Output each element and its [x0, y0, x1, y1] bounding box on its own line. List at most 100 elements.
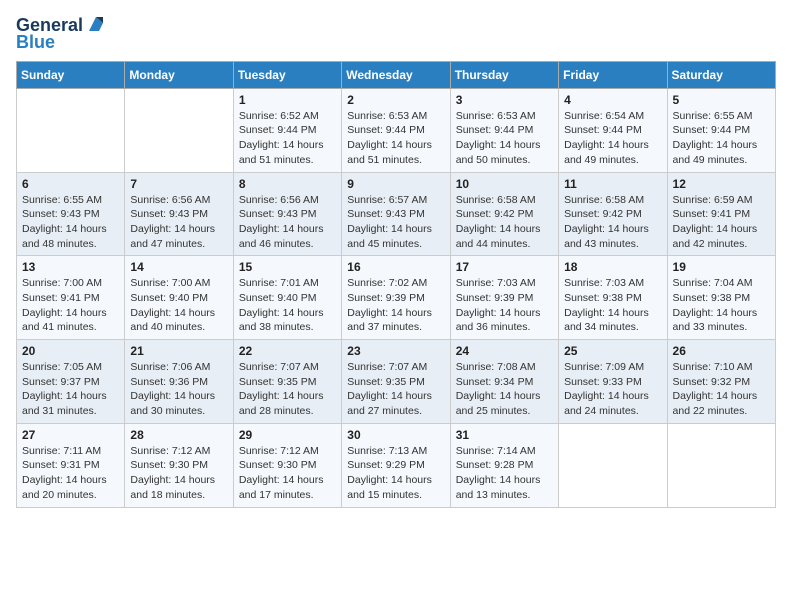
calendar-day-cell: 31Sunrise: 7:14 AMSunset: 9:28 PMDayligh… — [450, 423, 558, 507]
calendar-week-row: 1Sunrise: 6:52 AMSunset: 9:44 PMDaylight… — [17, 88, 776, 172]
day-info: Sunrise: 6:57 AMSunset: 9:43 PMDaylight:… — [347, 193, 444, 252]
calendar-day-cell: 19 Sunrise: 7:04 AMSunset: 9:38 PMDayligh… — [667, 256, 775, 340]
day-info: Sunrise: 7:07 AMSunset: 9:35 PMDaylight:… — [239, 360, 336, 419]
day-info: Sunrise: 7:11 AMSunset: 9:31 PMDaylight:… — [22, 444, 119, 503]
calendar-day-cell: 14 Sunrise: 7:00 AMSunset: 9:40 PMDayligh… — [125, 256, 233, 340]
day-info: Sunrise: 6:54 AMSunset: 9:44 PMDaylight:… — [564, 109, 661, 168]
calendar-day-cell: 1Sunrise: 6:52 AMSunset: 9:44 PMDaylight… — [233, 88, 341, 172]
calendar-day-cell: 27 Sunrise: 7:11 AMSunset: 9:31 PMDayligh… — [17, 423, 125, 507]
calendar-day-cell: 10Sunrise: 6:58 AMSunset: 9:42 PMDayligh… — [450, 172, 558, 256]
day-number: 28 — [130, 428, 227, 442]
day-info: Sunrise: 7:14 AMSunset: 9:28 PMDaylight:… — [456, 444, 553, 503]
day-info: Sunrise: 7:13 AMSunset: 9:29 PMDaylight:… — [347, 444, 444, 503]
day-number: 4 — [564, 93, 661, 107]
calendar-day-cell: 22 Sunrise: 7:07 AMSunset: 9:35 PMDayligh… — [233, 340, 341, 424]
day-info: Sunrise: 7:08 AMSunset: 9:34 PMDaylight:… — [456, 360, 553, 419]
day-info: Sunrise: 6:53 AMSunset: 9:44 PMDaylight:… — [347, 109, 444, 168]
day-number: 9 — [347, 177, 444, 191]
calendar-table: SundayMondayTuesdayWednesdayThursdayFrid… — [16, 61, 776, 508]
day-number: 19 — [673, 260, 770, 274]
day-number: 29 — [239, 428, 336, 442]
day-number: 15 — [239, 260, 336, 274]
day-info: Sunrise: 7:12 AMSunset: 9:30 PMDaylight:… — [239, 444, 336, 503]
day-info: Sunrise: 6:56 AMSunset: 9:43 PMDaylight:… — [239, 193, 336, 252]
calendar-day-cell: 29 Sunrise: 7:12 AMSunset: 9:30 PMDayligh… — [233, 423, 341, 507]
day-number: 27 — [22, 428, 119, 442]
calendar-day-cell: 15 Sunrise: 7:01 AMSunset: 9:40 PMDayligh… — [233, 256, 341, 340]
day-info: Sunrise: 7:01 AMSunset: 9:40 PMDaylight:… — [239, 276, 336, 335]
weekday-header: Wednesday — [342, 61, 450, 88]
day-number: 21 — [130, 344, 227, 358]
weekday-header: Friday — [559, 61, 667, 88]
calendar-day-cell: 9 Sunrise: 6:57 AMSunset: 9:43 PMDaylight… — [342, 172, 450, 256]
calendar-day-cell: 5 Sunrise: 6:55 AMSunset: 9:44 PMDaylight… — [667, 88, 775, 172]
day-number: 6 — [22, 177, 119, 191]
calendar-week-row: 13 Sunrise: 7:00 AMSunset: 9:41 PMDayligh… — [17, 256, 776, 340]
logo: General Blue — [16, 16, 107, 53]
day-info: Sunrise: 7:06 AMSunset: 9:36 PMDaylight:… — [130, 360, 227, 419]
weekday-header-row: SundayMondayTuesdayWednesdayThursdayFrid… — [17, 61, 776, 88]
calendar-day-cell: 11 Sunrise: 6:58 AMSunset: 9:42 PMDayligh… — [559, 172, 667, 256]
day-number: 5 — [673, 93, 770, 107]
calendar-day-cell: 20 Sunrise: 7:05 AMSunset: 9:37 PMDayligh… — [17, 340, 125, 424]
day-info: Sunrise: 7:09 AMSunset: 9:33 PMDaylight:… — [564, 360, 661, 419]
calendar-day-cell — [125, 88, 233, 172]
calendar-day-cell: 24 Sunrise: 7:08 AMSunset: 9:34 PMDayligh… — [450, 340, 558, 424]
day-number: 22 — [239, 344, 336, 358]
calendar-day-cell: 7 Sunrise: 6:56 AMSunset: 9:43 PMDaylight… — [125, 172, 233, 256]
day-number: 20 — [22, 344, 119, 358]
day-number: 30 — [347, 428, 444, 442]
calendar-day-cell: 26 Sunrise: 7:10 AMSunset: 9:32 PMDayligh… — [667, 340, 775, 424]
weekday-header: Tuesday — [233, 61, 341, 88]
calendar-week-row: 20 Sunrise: 7:05 AMSunset: 9:37 PMDayligh… — [17, 340, 776, 424]
calendar-day-cell: 28Sunrise: 7:12 AMSunset: 9:30 PMDayligh… — [125, 423, 233, 507]
calendar-day-cell: 12Sunrise: 6:59 AMSunset: 9:41 PMDayligh… — [667, 172, 775, 256]
day-number: 23 — [347, 344, 444, 358]
calendar-day-cell: 3 Sunrise: 6:53 AMSunset: 9:44 PMDaylight… — [450, 88, 558, 172]
day-number: 18 — [564, 260, 661, 274]
day-info: Sunrise: 7:03 AMSunset: 9:38 PMDaylight:… — [564, 276, 661, 335]
logo-bird-icon — [85, 13, 107, 35]
day-info: Sunrise: 6:53 AMSunset: 9:44 PMDaylight:… — [456, 109, 553, 168]
day-number: 7 — [130, 177, 227, 191]
day-number: 2 — [347, 93, 444, 107]
calendar-day-cell: 18 Sunrise: 7:03 AMSunset: 9:38 PMDayligh… — [559, 256, 667, 340]
calendar-day-cell: 8 Sunrise: 6:56 AMSunset: 9:43 PMDaylight… — [233, 172, 341, 256]
weekday-header: Monday — [125, 61, 233, 88]
day-number: 8 — [239, 177, 336, 191]
day-info: Sunrise: 6:55 AMSunset: 9:44 PMDaylight:… — [673, 109, 770, 168]
calendar-week-row: 27 Sunrise: 7:11 AMSunset: 9:31 PMDayligh… — [17, 423, 776, 507]
day-number: 26 — [673, 344, 770, 358]
day-info: Sunrise: 6:52 AMSunset: 9:44 PMDaylight:… — [239, 109, 336, 168]
calendar-day-cell: 6 Sunrise: 6:55 AMSunset: 9:43 PMDaylight… — [17, 172, 125, 256]
calendar-day-cell: 2 Sunrise: 6:53 AMSunset: 9:44 PMDaylight… — [342, 88, 450, 172]
day-info: Sunrise: 7:05 AMSunset: 9:37 PMDaylight:… — [22, 360, 119, 419]
day-number: 3 — [456, 93, 553, 107]
day-number: 14 — [130, 260, 227, 274]
day-info: Sunrise: 6:58 AMSunset: 9:42 PMDaylight:… — [564, 193, 661, 252]
day-number: 13 — [22, 260, 119, 274]
day-number: 16 — [347, 260, 444, 274]
calendar-day-cell: 30 Sunrise: 7:13 AMSunset: 9:29 PMDayligh… — [342, 423, 450, 507]
day-info: Sunrise: 7:10 AMSunset: 9:32 PMDaylight:… — [673, 360, 770, 419]
calendar-day-cell: 13 Sunrise: 7:00 AMSunset: 9:41 PMDayligh… — [17, 256, 125, 340]
day-info: Sunrise: 6:59 AMSunset: 9:41 PMDaylight:… — [673, 193, 770, 252]
calendar-day-cell: 17 Sunrise: 7:03 AMSunset: 9:39 PMDayligh… — [450, 256, 558, 340]
calendar-day-cell — [559, 423, 667, 507]
day-info: Sunrise: 7:00 AMSunset: 9:41 PMDaylight:… — [22, 276, 119, 335]
day-info: Sunrise: 6:56 AMSunset: 9:43 PMDaylight:… — [130, 193, 227, 252]
day-info: Sunrise: 7:00 AMSunset: 9:40 PMDaylight:… — [130, 276, 227, 335]
weekday-header: Sunday — [17, 61, 125, 88]
day-number: 17 — [456, 260, 553, 274]
day-number: 11 — [564, 177, 661, 191]
day-info: Sunrise: 6:55 AMSunset: 9:43 PMDaylight:… — [22, 193, 119, 252]
day-info: Sunrise: 7:02 AMSunset: 9:39 PMDaylight:… — [347, 276, 444, 335]
weekday-header: Thursday — [450, 61, 558, 88]
day-info: Sunrise: 6:58 AMSunset: 9:42 PMDaylight:… — [456, 193, 553, 252]
day-info: Sunrise: 7:03 AMSunset: 9:39 PMDaylight:… — [456, 276, 553, 335]
calendar-day-cell — [667, 423, 775, 507]
calendar-day-cell: 25Sunrise: 7:09 AMSunset: 9:33 PMDayligh… — [559, 340, 667, 424]
day-info: Sunrise: 7:07 AMSunset: 9:35 PMDaylight:… — [347, 360, 444, 419]
day-info: Sunrise: 7:04 AMSunset: 9:38 PMDaylight:… — [673, 276, 770, 335]
day-number: 24 — [456, 344, 553, 358]
